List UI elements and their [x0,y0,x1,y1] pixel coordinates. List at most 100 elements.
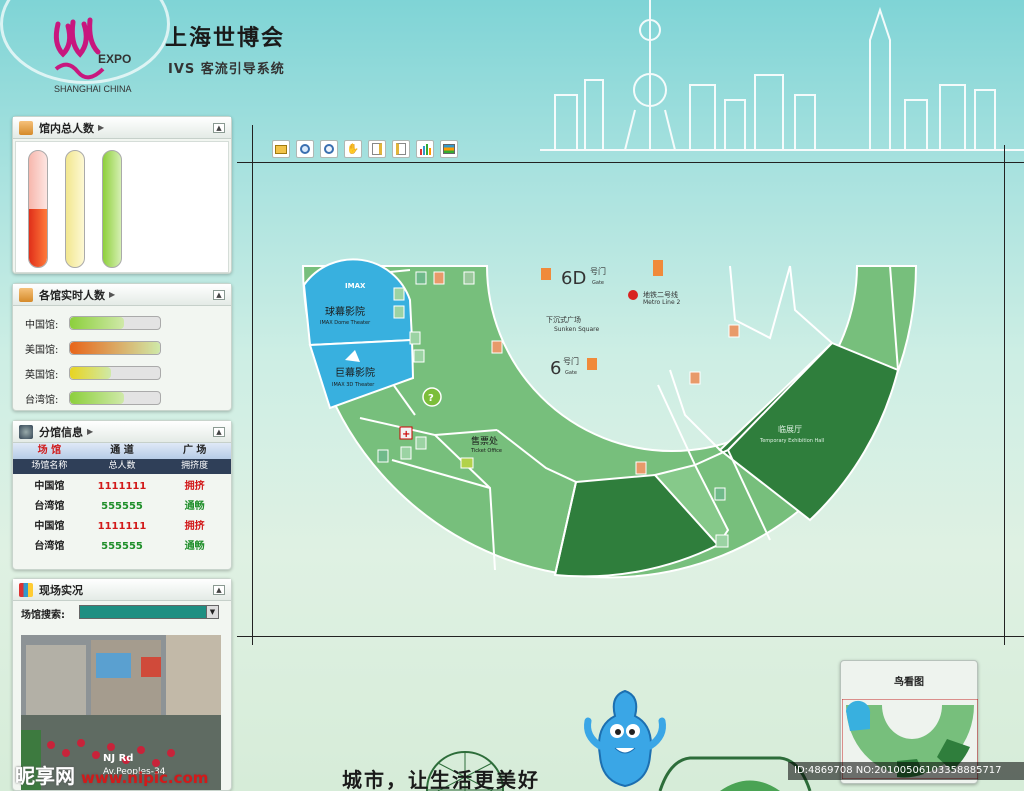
column-header-count[interactable]: 总人数 [86,459,159,474]
gate-6-label-en: Gate [565,370,577,376]
level-gauge-red [28,150,48,268]
expo-emblem-icon [53,17,105,80]
hall-row: 中国馆: [13,310,231,335]
hall-name: 台湾馆: [25,395,59,406]
venue-search-select[interactable]: ▼ [79,605,219,619]
collapse-button[interactable]: ▲ [213,122,225,133]
open-folder-icon[interactable] [272,140,290,158]
expand-arrow-icon[interactable]: ▶ [109,290,115,299]
hall-occupancy-bar [69,391,161,405]
expand-arrow-icon[interactable]: ▶ [98,123,104,132]
birds-eye-title: 鸟看图 [894,677,924,688]
live-view-header: 现场实况 ▲ [13,579,231,601]
gate-6d-number: 6D [561,268,586,289]
books-icon [19,582,33,597]
phone-icon[interactable] [415,271,427,285]
page-title: 上海世博会 [165,26,286,51]
venue-search-label: 场馆搜索: [21,610,65,621]
hall-info-panel: 分馆信息 ▶ ▲ 场 馆 通 道 广 场 场馆名称 总人数 拥挤度 中国馆 11… [12,420,232,570]
exit-icon[interactable] [393,287,405,301]
pan-hand-icon[interactable]: ✋ [344,140,362,158]
collapse-button[interactable]: ▲ [213,426,225,437]
venue-map: IMAX 球幕影院 IMAX Dome Theater 巨幕影院 IMAX 3D… [301,258,918,579]
table-row[interactable]: 台湾馆 555555 通畅 [13,497,231,517]
chevron-down-icon[interactable]: ▼ [206,606,218,618]
escalator-icon [653,260,663,276]
restroom-icon[interactable] [463,271,475,285]
map-toolbar: ✋ [272,140,458,158]
image-id-tag: ID:4869708 NO:20100506103358885717 [788,762,1024,780]
table-row[interactable]: 中国馆 1111111 拥挤 [13,517,231,537]
layers-icon[interactable] [440,140,458,158]
hall-table-body: 中国馆 1111111 拥挤 台湾馆 555555 通畅 中国馆 1111111… [13,474,231,557]
restroom-icon[interactable] [715,534,729,548]
header: EXPO 2010 SHANGHAI CHINA 上海世博会 IVS 客流引导系… [0,0,1024,151]
gate-6-icon [587,358,597,370]
hall-name: 中国馆: [25,320,59,331]
thermometer-icon [19,287,33,302]
restroom-icon[interactable] [433,271,445,285]
gate-6-label: 号门 [563,356,579,366]
shop-icon[interactable] [491,340,503,354]
export-icon[interactable] [392,140,410,158]
hall-row: 英国馆: [13,360,231,385]
cell-status: 通畅 [184,541,205,552]
phone-icon[interactable] [714,487,726,501]
cell-status: 拥挤 [184,481,205,492]
exit-icon[interactable] [393,305,405,319]
collapse-button[interactable]: ▲ [213,584,225,595]
logo-sub-text: SHANGHAI CHINA [54,84,132,94]
zoom-out-icon[interactable] [320,140,338,158]
exit-icon[interactable] [400,446,412,460]
map-frame-bottom [237,636,1024,637]
table-row[interactable]: 台湾馆 555555 通畅 [13,537,231,557]
exhibition-hall-label: 临展厅 [778,424,802,434]
tools-icon[interactable] [689,371,701,385]
phone-icon[interactable] [377,449,389,463]
page-subtitle: IVS 客流引导系统 [168,62,285,77]
hall-realtime-panel: 各馆实时人数 ▶ ▲ 中国馆: 美国馆: 英国馆: 台湾馆: [12,283,232,411]
gate-6d-label-en: Gate [592,280,604,286]
total-visitors-header: 馆内总人数 ▶ ▲ [13,117,231,139]
shop-icon[interactable] [728,324,740,338]
hall-occupancy-bar [69,316,161,330]
first-aid-cross: + [402,429,410,440]
metro-icon [628,290,638,300]
hall-name: 美国馆: [25,345,59,356]
giant-theater-label: 巨幕影院 [335,366,375,379]
panel-title: 分馆信息 [39,425,83,439]
exit-icon[interactable] [409,331,421,345]
watermark-brand: 昵享网 [15,764,75,788]
cell-hall-name: 台湾馆 [34,501,65,512]
shop-icon[interactable] [635,461,647,475]
column-header-name[interactable]: 场馆名称 [13,459,86,474]
gate-6-number: 6 [550,358,561,379]
ticket-icon[interactable] [460,457,474,469]
exit-icon[interactable] [413,349,425,363]
expo-logo: EXPO 2010 SHANGHAI CHINA [0,0,170,96]
ticket-office-label-en: Ticket Office [470,448,502,454]
level-gauge-green [102,150,122,268]
bar-chart-icon[interactable] [416,140,434,158]
expand-arrow-icon[interactable]: ▶ [87,427,93,436]
visitor-level-gauges [15,141,229,273]
metro-label-en: Metro Line 2 [643,299,681,306]
column-header-crowding[interactable]: 拥挤度 [158,459,231,474]
zoom-in-icon[interactable] [296,140,314,158]
tab-venue[interactable]: 场 馆 [13,443,86,459]
collapse-button[interactable]: ▲ [213,289,225,300]
cell-hall-name: 台湾馆 [34,541,65,552]
cell-hall-name: 中国馆 [34,481,65,492]
table-row[interactable]: 中国馆 1111111 拥挤 [13,477,231,497]
tab-channel[interactable]: 通 道 [86,443,159,459]
ticket-office-label: 售票处 [471,435,498,447]
cell-count: 1111111 [97,481,147,492]
gate-6d-icon [541,268,551,280]
hall-occupancy-bar [69,341,161,355]
edit-icon[interactable] [368,140,386,158]
sunken-square-label-en: Sunken Square [554,326,600,333]
venue-search-row: 场馆搜索: ▼ [13,601,231,623]
restroom-icon[interactable] [415,436,427,450]
tab-square[interactable]: 广 场 [158,443,231,459]
gate-6d-label: 号门 [590,266,606,276]
